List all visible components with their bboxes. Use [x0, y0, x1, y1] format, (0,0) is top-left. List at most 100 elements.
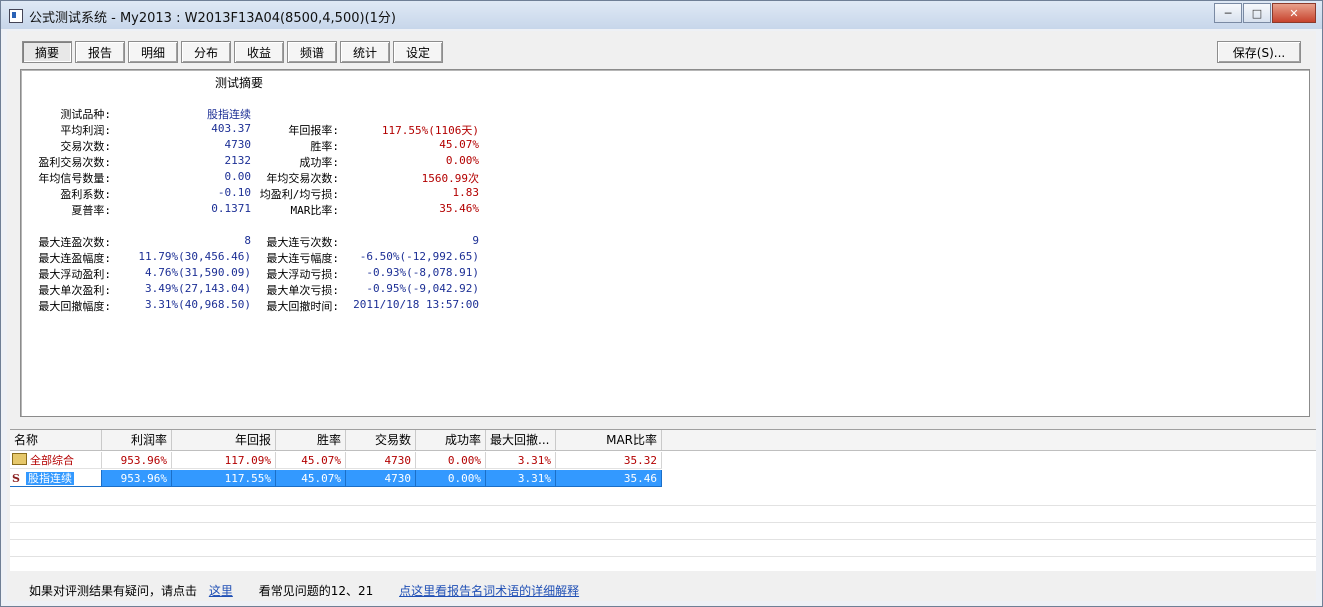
summary-label: 盈利交易次数: [38, 156, 111, 169]
maximize-button[interactable]: □ [1243, 3, 1271, 23]
summary-panel: 测试摘要 测试品种: 股指连续 平均利润: 403.37 年回报率: 117.55%(11… [20, 69, 1310, 417]
summary-label: 最大回撤时间: [266, 300, 339, 313]
summary-value: 1.83 [452, 186, 480, 199]
col-success-header[interactable]: 成功率 [416, 430, 486, 450]
empty-row [10, 522, 1316, 540]
folder-icon [12, 453, 27, 465]
row-drawdown: 3.31% [486, 470, 556, 487]
summary-value: -0.95%(-9,042.92) [366, 282, 479, 295]
empty-row [10, 539, 1316, 557]
empty-row [10, 556, 1316, 571]
empty-row [10, 488, 1316, 506]
summary-value: 1560.99次 [421, 172, 479, 185]
summary-value: 3.31%(40,968.50) [145, 298, 251, 311]
summary-value: 35.46% [439, 202, 479, 215]
save-button[interactable]: 保存(S)... [1217, 41, 1301, 63]
summary-label: 最大连亏幅度: [266, 252, 339, 265]
summary-value: 11.79%(30,456.46) [138, 250, 251, 263]
close-button[interactable]: ✕ [1272, 3, 1316, 23]
summary-label: 夏普率: [71, 204, 111, 217]
summary-label: 最大回撤幅度: [38, 300, 111, 313]
row-mar: 35.46 [556, 470, 662, 487]
minimize-button[interactable]: ─ [1214, 3, 1242, 23]
summary-value: 4730 [224, 138, 252, 151]
summary-value: 3.49%(27,143.04) [145, 282, 251, 295]
summary-value: 0.1371 [211, 202, 251, 215]
row-win: 45.07% [276, 470, 346, 487]
summary-label: 年均交易次数: [266, 172, 339, 185]
summary-value: -0.10 [217, 186, 251, 199]
window-title: 公式测试系统 - My2013 : W2013F13A04(8500,4,500… [29, 11, 396, 26]
summary-label: 年均信号数量: [38, 172, 111, 185]
row-annual: 117.55% [172, 470, 276, 487]
summary-label: 最大单次盈利: [38, 284, 111, 297]
tab-spectrum[interactable]: 频谱 [287, 41, 337, 63]
title-bar[interactable]: 公式测试系统 - My2013 : W2013F13A04(8500,4,500… [1, 1, 1322, 29]
summary-label: 最大单次亏损: [266, 284, 339, 297]
col-trades-header[interactable]: 交易数 [346, 430, 416, 450]
col-name-header[interactable]: 名称 [10, 430, 102, 450]
summary-label: 最大浮动亏损: [266, 268, 339, 281]
summary-heading: 测试摘要 [215, 76, 264, 90]
summary-label: 最大连盈幅度: [38, 252, 111, 265]
results-table[interactable]: 名称 利润率 年回报 胜率 交易数 成功率 最大回撤... MAR比率 全部综合… [10, 429, 1316, 571]
summary-label: 交易次数: [60, 140, 111, 153]
row-profit: 953.96% [102, 452, 172, 469]
row-name: 全部综合 [30, 454, 74, 467]
row-success: 0.00% [416, 452, 486, 469]
tab-returns[interactable]: 收益 [234, 41, 284, 63]
col-drawdown-header[interactable]: 最大回撤... [486, 430, 556, 450]
summary-label: 胜率: [310, 140, 339, 153]
glossary-link[interactable]: 点这里看报告名词术语的详细解释 [399, 584, 579, 598]
footer-text: 如果对评测结果有疑问，请点击 [29, 584, 198, 598]
summary-label: 盈利系数: [60, 188, 111, 201]
summary-label: 测试品种: [60, 108, 111, 121]
summary-label: 平均利润: [60, 124, 111, 137]
row-mar: 35.32 [556, 452, 662, 469]
summary-value: 117.55%(1106天) [381, 124, 479, 137]
tab-bar: 摘要 报告 明细 分布 收益 频谱 统计 设定 [22, 41, 446, 63]
summary-label: 年回报率: [288, 124, 339, 137]
strategy-icon: S [12, 472, 20, 485]
footer-bar: 如果对评测结果有疑问，请点击 这里 看常见问题的12、21 点这里看报告名词术语… [29, 582, 579, 599]
tab-settings[interactable]: 设定 [393, 41, 443, 63]
summary-value: 0.00 [224, 170, 252, 183]
summary-value: 9 [472, 234, 479, 247]
help-link[interactable]: 这里 [209, 584, 233, 598]
app-window: 公式测试系统 - My2013 : W2013F13A04(8500,4,500… [0, 0, 1323, 607]
faq-text: 看常见问题的12、21 [258, 584, 374, 598]
summary-value: 4.76%(31,590.09) [145, 266, 251, 279]
row-win: 45.07% [276, 452, 346, 469]
tab-distribution[interactable]: 分布 [181, 41, 231, 63]
empty-row [10, 505, 1316, 523]
summary-label: 最大连盈次数: [38, 236, 111, 249]
summary-value: -0.93%(-8,078.91) [366, 266, 479, 279]
summary-label: MAR比率: [290, 204, 340, 217]
row-success: 0.00% [416, 470, 486, 487]
row-drawdown: 3.31% [486, 452, 556, 469]
app-icon [9, 9, 23, 23]
col-annual-header[interactable]: 年回报 [172, 430, 276, 450]
summary-value: 2011/10/18 13:57:00 [353, 298, 479, 311]
summary-label: 最大浮动盈利: [38, 268, 111, 281]
row-name: 股指连续 [26, 472, 74, 485]
tab-details[interactable]: 明细 [128, 41, 178, 63]
summary-label: 最大连亏次数: [266, 236, 339, 249]
summary-value: 45.07% [439, 138, 479, 151]
col-profit-header[interactable]: 利润率 [102, 430, 172, 450]
summary-label: 均盈利/均亏损: [259, 188, 339, 201]
table-row-selected[interactable]: S 股指连续 953.96% 117.55% 45.07% 4730 0.00% … [10, 470, 662, 487]
row-profit: 953.96% [102, 470, 172, 487]
summary-value: 8 [244, 234, 251, 247]
tab-statistics[interactable]: 统计 [340, 41, 390, 63]
summary-value: -6.50%(-12,992.65) [359, 250, 479, 263]
tab-summary[interactable]: 摘要 [22, 41, 72, 63]
summary-label: 成功率: [299, 156, 339, 169]
col-mar-header[interactable]: MAR比率 [556, 430, 662, 450]
summary-value: 股指连续 [207, 108, 251, 121]
table-row[interactable]: 全部综合 953.96% 117.09% 45.07% 4730 0.00% 3… [10, 452, 662, 469]
summary-value: 0.00% [445, 154, 479, 167]
tab-report[interactable]: 报告 [75, 41, 125, 63]
col-win-header[interactable]: 胜率 [276, 430, 346, 450]
client-area: 摘要 报告 明细 分布 收益 频谱 统计 设定 保存(S)... 测试摘要 测试… [7, 31, 1316, 601]
